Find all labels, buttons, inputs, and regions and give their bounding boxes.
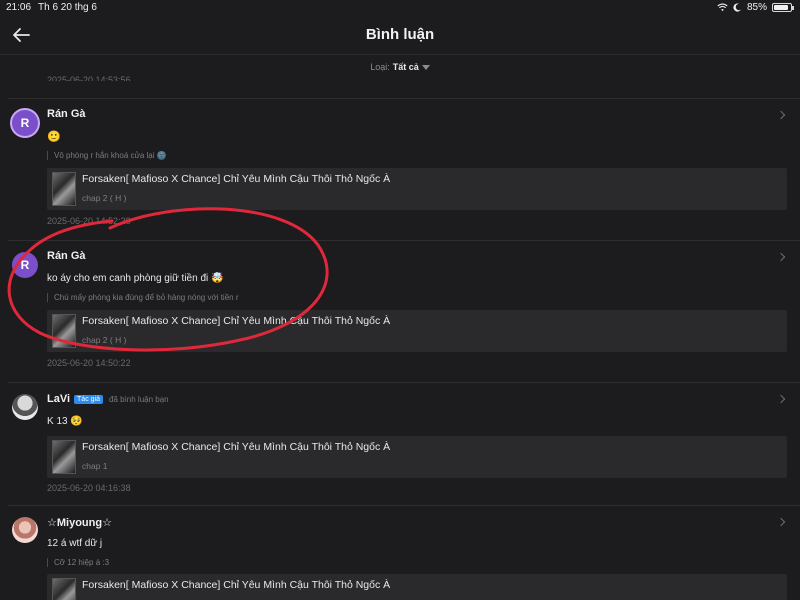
story-thumbnail (52, 172, 76, 206)
comment-divider (8, 505, 800, 506)
chapter-label: chap 2 ( H ) (82, 335, 127, 345)
comment-divider (8, 382, 800, 383)
story-card[interactable]: Forsaken[ Mafioso X Chance] Chỉ Yêu Mình… (47, 574, 787, 600)
chevron-right-icon[interactable] (776, 110, 786, 120)
status-indicators: 85% (717, 2, 794, 13)
timestamp: 2025-06-20 14:52:28 (47, 216, 131, 226)
comment-author[interactable]: Rán Gà (47, 108, 86, 120)
chapter-label: chap 2 ( H ) (82, 193, 127, 203)
story-title: Forsaken[ Mafioso X Chance] Chỉ Yêu Mình… (82, 441, 391, 453)
comment-text: ko áy cho em canh phòng giữ tiền đi 🤯 (47, 273, 224, 284)
chevron-right-icon[interactable] (776, 517, 786, 527)
filter-value: Tất cả (392, 62, 419, 72)
page-header: Bình luận (0, 16, 800, 54)
comment-divider (8, 240, 800, 241)
avatar[interactable]: R (12, 252, 38, 278)
status-time: 21:06 (6, 2, 32, 13)
story-title: Forsaken[ Mafioso X Chance] Chỉ Yêu Mình… (82, 579, 391, 591)
quoted-comment: Vô phòng r hắn khoá cửa lại 🌚 (47, 151, 167, 160)
status-bar: 21:06 Th 6 20 thg 6 85% (0, 0, 800, 16)
story-thumbnail (52, 440, 76, 474)
comment-text: K 13 🥺 (47, 416, 83, 427)
chapter-label: chap 1 (82, 461, 108, 471)
comment-divider (8, 98, 800, 99)
comment-text: 12 á wtf dữ j (47, 538, 103, 549)
status-date: Th 6 20 thg 6 (38, 2, 97, 13)
story-card[interactable]: Forsaken[ Mafioso X Chance] Chỉ Yêu Mình… (47, 436, 787, 478)
quoted-comment: Chú mấy phòng kia đúng để bỏ hàng nóng v… (47, 293, 238, 302)
avatar[interactable] (12, 517, 38, 543)
battery-percent: 85% (746, 2, 767, 13)
filter-selector[interactable]: Loại: Tất cả (0, 62, 800, 72)
caret-down-icon (421, 65, 430, 71)
avatar[interactable] (12, 394, 38, 420)
chevron-right-icon[interactable] (776, 394, 786, 404)
story-title: Forsaken[ Mafioso X Chance] Chỉ Yêu Mình… (82, 315, 391, 327)
avatar[interactable]: R (12, 110, 38, 136)
comment-author-row: LaVi Tác giả đã bình luận bạn (47, 393, 169, 405)
header-divider (0, 54, 800, 55)
filter-label: Loại: (370, 62, 390, 72)
moon-icon (733, 3, 742, 12)
wifi-icon (717, 3, 728, 12)
comment-author[interactable]: ☆Miyoung☆ (47, 516, 112, 529)
comment-text: 🙂 (47, 131, 61, 143)
reply-note: đã bình luận bạn (109, 395, 169, 404)
page-title: Bình luận (365, 26, 435, 43)
chevron-right-icon[interactable] (776, 252, 786, 262)
story-thumbnail (52, 578, 76, 600)
timestamp: 2025-06-20 14:53:56 (47, 75, 131, 81)
story-card[interactable]: Forsaken[ Mafioso X Chance] Chỉ Yêu Mình… (47, 168, 787, 210)
story-card[interactable]: Forsaken[ Mafioso X Chance] Chỉ Yêu Mình… (47, 310, 787, 352)
author-badge: Tác giả (74, 394, 103, 404)
story-title: Forsaken[ Mafioso X Chance] Chỉ Yêu Mình… (82, 173, 391, 185)
comment-author[interactable]: LaVi (47, 393, 70, 405)
timestamp: 2025-06-20 14:50:22 (47, 358, 131, 368)
battery-icon (772, 3, 794, 12)
comment-author[interactable]: Rán Gà (47, 250, 86, 262)
quoted-comment: Cỡ 12 hiệp á :3 (47, 558, 109, 567)
story-thumbnail (52, 314, 76, 348)
timestamp: 2025-06-20 04:16:38 (47, 483, 131, 493)
